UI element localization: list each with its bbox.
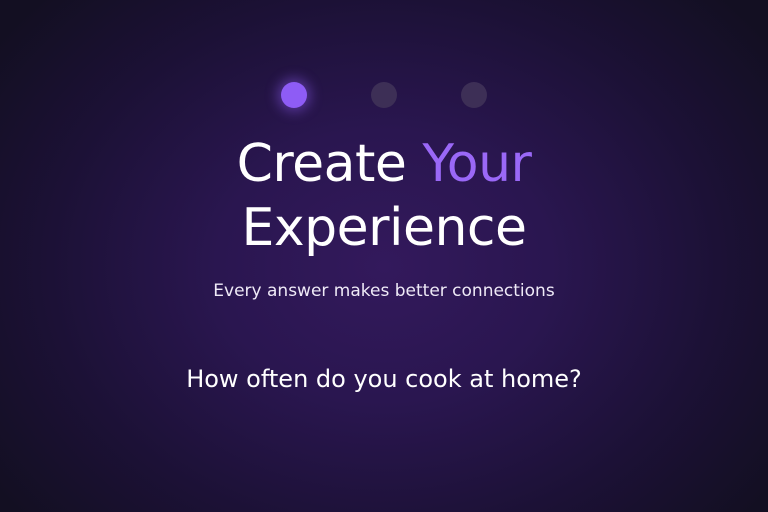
question-text: How often do you cook at home? [186,365,582,393]
progress-indicator [0,82,768,108]
progress-dot-step-2 [371,82,397,108]
page-subtitle: Every answer makes better connections [213,281,555,301]
page-title: Create Your Experience [0,132,768,260]
title-word-accent: Your [422,134,532,194]
title-line-2: Experience [241,198,528,258]
progress-dot-step-1-active [281,82,307,108]
title-word-create: Create [236,134,407,194]
progress-dot-step-3 [461,82,487,108]
